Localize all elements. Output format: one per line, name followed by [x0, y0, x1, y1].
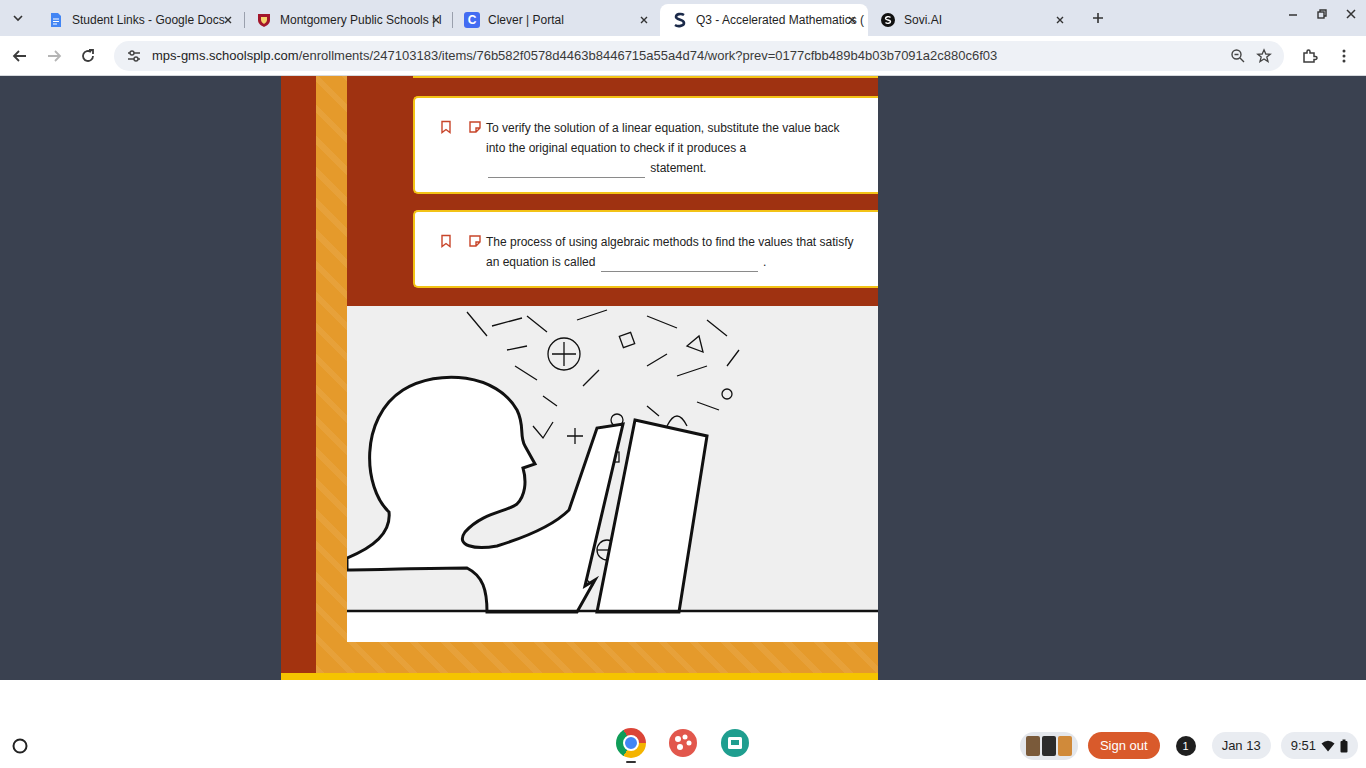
browser-tab[interactable]: Montgomery Public Schools | I	[244, 4, 452, 36]
tab-separator	[244, 12, 245, 28]
back-arrow-icon	[11, 47, 29, 65]
clock: 9:51	[1291, 738, 1316, 753]
forward-arrow-icon	[45, 47, 63, 65]
url-text[interactable]: mps-gms.schoolsplp.com/enrollments/24710…	[152, 48, 1220, 63]
holding-thumbnail	[1042, 736, 1056, 756]
tab-label: Student Links - Google Docs	[72, 13, 214, 27]
star-icon[interactable]	[1256, 48, 1272, 64]
page-frame: To verify the solution of a linear equat…	[316, 76, 878, 673]
zoom-out-icon[interactable]	[1230, 48, 1246, 64]
page-body: To verify the solution of a linear equat…	[281, 76, 878, 673]
question-card: To verify the solution of a linear equat…	[413, 96, 878, 194]
bookmark-icon[interactable]	[439, 120, 453, 134]
question-card-edge	[413, 76, 878, 78]
browser-tab[interactable]: Q3 - Accelerated Mathematics (	[660, 4, 868, 36]
wifi-icon	[1321, 739, 1335, 753]
running-indicator	[678, 761, 688, 763]
tab-separator	[452, 12, 453, 28]
back-button[interactable]	[4, 40, 36, 72]
note-icon[interactable]	[468, 234, 482, 248]
close-icon[interactable]	[222, 14, 234, 26]
kebab-menu-icon	[1335, 47, 1353, 65]
extensions-button[interactable]	[1294, 40, 1326, 72]
tab-label: Q3 - Accelerated Mathematics (	[696, 13, 838, 27]
puzzle-icon	[1301, 47, 1319, 65]
notification-count[interactable]: 1	[1176, 736, 1196, 756]
page-content: To verify the solution of a linear equat…	[0, 76, 1366, 680]
lesson-page: To verify the solution of a linear equat…	[281, 76, 878, 680]
browser-tab[interactable]: Sovi.AI	[868, 4, 1076, 36]
close-window-icon[interactable]	[1344, 7, 1358, 21]
card-tools	[439, 118, 482, 178]
close-icon[interactable]	[430, 14, 442, 26]
system-tray[interactable]: 9:51	[1281, 732, 1358, 759]
holding-space[interactable]	[1020, 732, 1078, 760]
clever-icon: C	[464, 12, 480, 28]
sovi-icon	[672, 12, 688, 28]
running-indicator	[626, 761, 636, 763]
chrome-center	[623, 735, 639, 751]
shelf-app[interactable]	[719, 724, 751, 768]
shelf-apps	[615, 724, 751, 768]
sovi-ai-icon	[880, 12, 896, 28]
launcher-icon[interactable]	[10, 736, 30, 756]
question-card: The process of using algebraic methods t…	[413, 210, 878, 288]
reload-icon	[79, 47, 97, 65]
tab-label: Sovi.AI	[904, 13, 1046, 27]
forward-button[interactable]	[38, 40, 70, 72]
close-icon[interactable]	[846, 14, 858, 26]
card-tools	[439, 232, 482, 272]
shelf-left	[0, 736, 615, 756]
question-text: To verify the solution of a linear equat…	[486, 118, 858, 178]
holding-thumbnail	[1058, 736, 1072, 756]
page-bottom-bar	[281, 673, 878, 680]
window-controls	[1286, 7, 1366, 31]
bookmark-icon[interactable]	[439, 234, 453, 248]
plus-icon	[1091, 11, 1105, 25]
page-footer-area	[0, 680, 1366, 723]
student-reading-illustration	[347, 306, 878, 642]
shelf-app[interactable]	[667, 724, 699, 768]
question-panel: To verify the solution of a linear equat…	[347, 76, 878, 306]
tab-strip: Student Links - Google Docs Montgomery Pu…	[0, 0, 1366, 36]
page-side-strip	[281, 76, 316, 673]
new-tab-button[interactable]	[1084, 4, 1112, 32]
chrome-icon	[616, 728, 646, 758]
shield-icon	[256, 12, 272, 28]
tab-label: Clever | Portal	[488, 13, 630, 27]
sign-out-button[interactable]: Sign out	[1088, 732, 1160, 759]
screen: Student Links - Google Docs Montgomery Pu…	[0, 0, 1366, 768]
close-icon[interactable]	[1054, 14, 1066, 26]
running-indicator	[730, 761, 740, 763]
classroom-app-icon	[720, 728, 750, 758]
battery-icon	[1340, 739, 1348, 753]
site-settings-icon[interactable]	[126, 48, 142, 64]
question-text: The process of using algebraic methods t…	[486, 232, 858, 272]
tab-search-button[interactable]	[4, 4, 32, 32]
toolbar: mps-gms.schoolsplp.com/enrollments/24710…	[0, 36, 1366, 76]
minimize-icon[interactable]	[1286, 7, 1300, 21]
shelf-app[interactable]	[615, 724, 647, 768]
status-area: Sign out 1 Jan 13 9:51	[751, 732, 1366, 760]
date[interactable]: Jan 13	[1212, 732, 1271, 759]
menu-button[interactable]	[1328, 40, 1360, 72]
reload-button[interactable]	[72, 40, 104, 72]
paint-app-icon	[668, 728, 698, 758]
tab-list: Student Links - Google Docs Montgomery Pu…	[36, 4, 1286, 36]
browser-tab[interactable]: C Clever | Portal	[452, 4, 660, 36]
close-icon[interactable]	[638, 14, 650, 26]
restore-icon[interactable]	[1315, 7, 1329, 21]
docs-icon	[48, 12, 64, 28]
chevron-down-icon	[11, 11, 25, 25]
address-bar[interactable]: mps-gms.schoolsplp.com/enrollments/24710…	[114, 41, 1284, 71]
shelf: Sign out 1 Jan 13 9:51	[0, 723, 1366, 768]
note-icon[interactable]	[468, 120, 482, 134]
illustration	[347, 306, 878, 642]
answer-field[interactable]	[488, 159, 645, 178]
answer-field[interactable]	[601, 253, 758, 272]
browser-tab[interactable]: Student Links - Google Docs	[36, 4, 244, 36]
holding-thumbnail	[1026, 736, 1040, 756]
tab-label: Montgomery Public Schools | I	[280, 13, 422, 27]
